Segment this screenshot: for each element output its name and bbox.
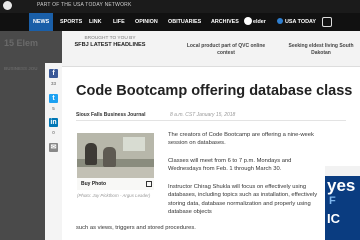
article-date: 8 a.m. CST January 15, 2018 xyxy=(170,112,236,118)
nav-item-archives[interactable]: ARCHIVES xyxy=(211,13,239,31)
buy-photo-button[interactable]: Buy Photo xyxy=(77,178,154,190)
nav-item-news[interactable]: NEWS xyxy=(29,13,54,31)
article-title: Code Bootcamp offering database class xyxy=(76,83,353,99)
nav-item-usa-today[interactable]: USA TODAY xyxy=(277,13,316,31)
linkedin-icon[interactable]: in xyxy=(49,118,58,127)
article-paragraph: Classes will meet from 6 to 7 p.m. Monda… xyxy=(168,158,292,173)
headline-story[interactable]: Local product part of QVC online contest xyxy=(182,43,270,57)
network-label: PART OF THE USA TODAY NETWORK xyxy=(37,2,132,8)
twitter-icon[interactable]: t xyxy=(49,94,58,103)
expand-icon[interactable] xyxy=(146,181,152,187)
nav-item-opinion[interactable]: OPINION xyxy=(135,13,158,31)
nav-item-life[interactable]: LIFE xyxy=(113,13,125,31)
nav-item-elder[interactable]: elder xyxy=(244,13,266,31)
site-logo[interactable] xyxy=(3,1,12,10)
email-icon[interactable]: ✉ xyxy=(49,143,58,152)
article-paragraph: such as views, triggers and stored proce… xyxy=(76,225,196,231)
ad-text: yes xyxy=(327,176,356,195)
camera-icon[interactable] xyxy=(322,17,332,27)
article-byline[interactable]: Sioux Falls Business Journal xyxy=(76,112,145,118)
headline-story[interactable]: Seeking eldest living South Dakotan xyxy=(284,43,358,57)
nav-item-link[interactable]: LINK xyxy=(89,13,102,31)
headlines-sponsor-label: BROUGHT TO YOU BY xyxy=(84,36,136,41)
network-bar: PART OF THE USA TODAY NETWORK xyxy=(0,0,360,13)
photo-caption: (Photo: Jay Pickthorn - Argus Leader) xyxy=(77,193,151,198)
article-paragraph: The creators of Code Bootcamp are offeri… xyxy=(168,132,314,147)
ad-text: F xyxy=(329,195,336,207)
headlines-title: SFBJ LATEST HEADLINES xyxy=(74,42,146,48)
ad-text: IC xyxy=(327,211,340,226)
nav-item-sports[interactable]: SPORTS xyxy=(60,13,82,31)
usa-today-label: USA TODAY xyxy=(285,19,316,25)
facebook-count: 33 xyxy=(50,81,56,86)
linkedin-count: 0 xyxy=(52,130,55,135)
facebook-icon[interactable]: f xyxy=(49,69,58,78)
article-paragraph: Instructor Chirag Shukla will focus on e… xyxy=(168,184,318,215)
nav-item-obituaries[interactable]: OBITUARIES xyxy=(168,13,201,31)
left-rail-section: BUSINESS JOU xyxy=(4,66,38,71)
twitter-count: 5 xyxy=(52,106,55,111)
elder-logo-icon xyxy=(244,17,252,25)
elder-label: elder xyxy=(253,19,266,25)
divider xyxy=(76,120,346,121)
left-rail-heading: 15 Elem xyxy=(4,38,39,48)
main-nav: NEWS SPORTS LINK LIFE OPINION OBITUARIES… xyxy=(0,13,360,31)
headlines-header: BROUGHT TO YOU BY SFBJ LATEST HEADLINES xyxy=(62,36,158,48)
usa-today-dot-icon xyxy=(277,18,283,24)
